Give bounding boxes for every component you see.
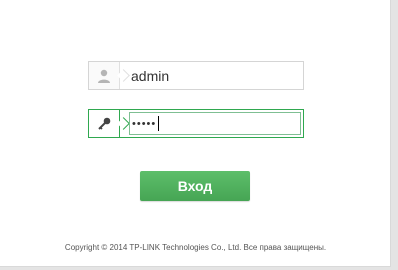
text-caret — [158, 116, 160, 131]
user-icon-box — [89, 62, 120, 89]
key-icon-box — [89, 110, 120, 137]
user-icon — [98, 69, 110, 83]
key-icon — [98, 117, 111, 130]
login-panel: admin ••••• Вход Copyright © 2014 TP-LIN… — [0, 0, 391, 267]
password-field[interactable]: ••••• — [88, 109, 304, 138]
login-button[interactable]: Вход — [140, 171, 250, 201]
username-input[interactable]: admin — [131, 62, 169, 89]
username-field[interactable]: admin — [88, 61, 304, 90]
password-dots: ••••• — [132, 117, 157, 130]
password-input[interactable]: ••••• — [129, 112, 301, 135]
copyright-text: Copyright © 2014 TP-LINK Technologies Co… — [64, 243, 327, 252]
